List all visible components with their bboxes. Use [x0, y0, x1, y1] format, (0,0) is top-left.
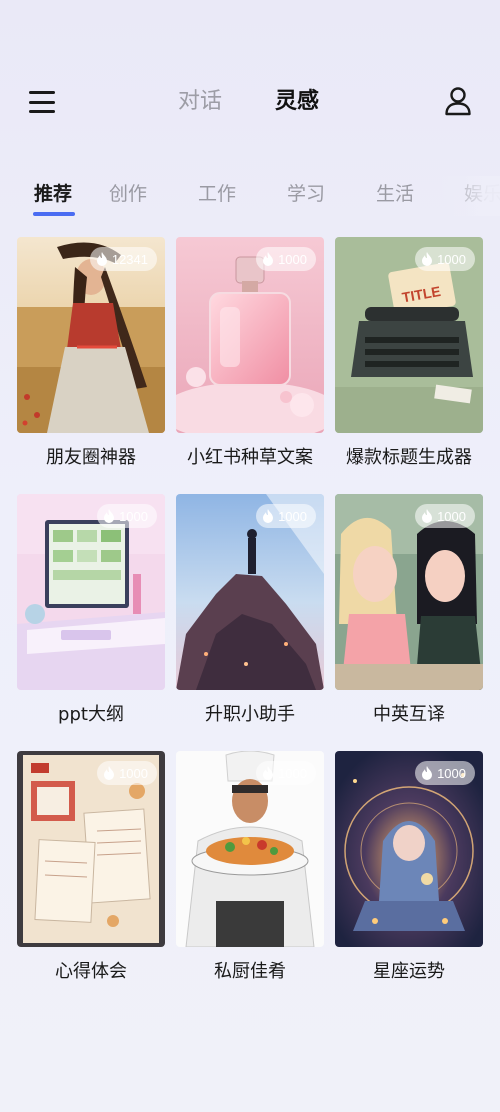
flame-icon	[422, 252, 433, 266]
card-title: 朋友圈神器	[46, 447, 136, 468]
flame-icon	[422, 509, 433, 523]
card-moments[interactable]: 12341 朋友圈神器	[17, 237, 165, 477]
card-title: ppt大纲	[58, 704, 124, 725]
hot-count-badge: 1000	[97, 761, 157, 785]
hot-count-badge: 1000	[256, 247, 316, 271]
flame-icon	[422, 766, 433, 780]
hot-count: 1000	[278, 508, 307, 524]
hot-count-badge: 1000	[415, 504, 475, 528]
card-title: 小红书种草文案	[187, 447, 313, 468]
flame-icon	[104, 766, 115, 780]
hot-count: 1000	[437, 765, 466, 781]
hot-count: 1000	[278, 251, 307, 267]
card-headline-generator[interactable]: TITLE 1000 爆款标题生成器	[335, 237, 483, 477]
hot-count: 1000	[278, 765, 307, 781]
card-private-chef[interactable]: 1000 私厨佳肴	[176, 751, 324, 991]
hot-count-badge: 1000	[97, 504, 157, 528]
card-horoscope[interactable]: 1000 星座运势	[335, 751, 483, 991]
flame-icon	[263, 252, 274, 266]
hot-count: 12341	[111, 251, 148, 267]
card-xiaohongshu-copy[interactable]: 1000 小红书种草文案	[176, 237, 324, 477]
card-title: 爆款标题生成器	[346, 447, 472, 468]
flame-icon	[104, 509, 115, 523]
hot-count-badge: 1000	[256, 504, 316, 528]
card-translation[interactable]: 1000 中英互译	[335, 494, 483, 734]
card-title: 中英互译	[373, 704, 445, 725]
card-ppt-outline[interactable]: 1000 ppt大纲	[17, 494, 165, 734]
card-reflections[interactable]: 1000 心得体会	[17, 751, 165, 991]
hot-count-badge: 1000	[415, 247, 475, 271]
flame-icon	[263, 509, 274, 523]
card-title: 星座运势	[373, 961, 445, 982]
hot-count: 1000	[437, 508, 466, 524]
card-title: 心得体会	[55, 961, 127, 982]
flame-icon	[96, 252, 107, 266]
hot-count-badge: 1000	[415, 761, 475, 785]
card-title: 升职小助手	[205, 704, 295, 725]
flame-icon	[263, 766, 274, 780]
hot-count: 1000	[119, 508, 148, 524]
card-title: 私厨佳肴	[214, 961, 286, 982]
hot-count-badge: 1000	[256, 761, 316, 785]
hot-count: 1000	[119, 765, 148, 781]
card-promotion-helper[interactable]: 1000 升职小助手	[176, 494, 324, 734]
hot-count: 1000	[437, 251, 466, 267]
hot-count-badge: 12341	[89, 247, 157, 271]
inspiration-grid: 12341 朋友圈神器 1000 小红书种草文案 TITLE 1000 爆款标题…	[0, 0, 500, 1112]
